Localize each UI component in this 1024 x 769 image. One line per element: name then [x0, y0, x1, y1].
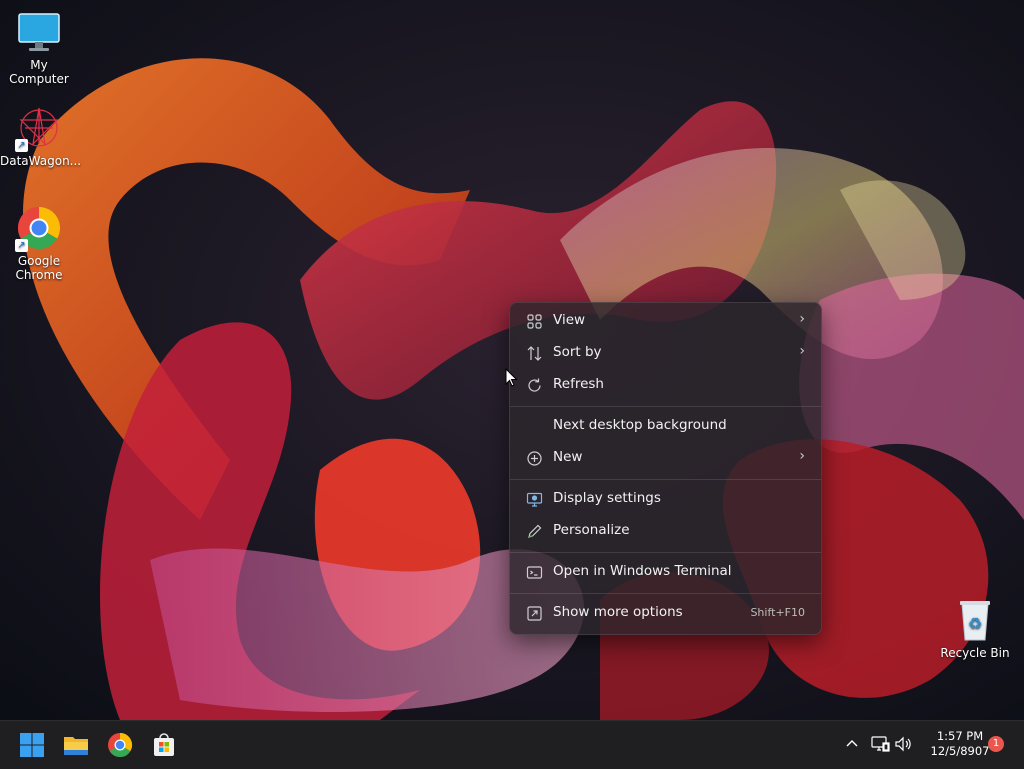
- chevron-right-icon: ›: [799, 448, 805, 464]
- svg-text:♻: ♻: [968, 614, 982, 633]
- plus-circle-icon: [526, 450, 543, 467]
- desktop-icon-label: Recycle Bin: [940, 646, 1010, 660]
- desktop-icon-label: Google Chrome: [15, 254, 63, 282]
- taskbar: [0, 720, 1024, 769]
- network-icon[interactable]: [869, 733, 891, 755]
- menu-item-sort-by[interactable]: Sort by ›: [514, 338, 817, 368]
- desktop-icon-google-chrome[interactable]: ↗ Google Chrome: [0, 204, 78, 282]
- keyboard-shortcut: Shift+F10: [750, 606, 805, 619]
- desktop-icon-recycle-bin[interactable]: ♻ Recycle Bin: [936, 596, 1014, 660]
- monitor-icon: [15, 8, 63, 56]
- menu-item-display-settings[interactable]: Display settings: [514, 484, 817, 514]
- shortcut-arrow-icon: ↗: [15, 139, 28, 152]
- more-options-icon: [526, 605, 543, 622]
- chevron-up-icon[interactable]: [841, 733, 863, 755]
- store-icon[interactable]: [148, 729, 180, 761]
- menu-item-new[interactable]: New ›: [514, 443, 817, 473]
- menu-item-next-desktop-background[interactable]: Next desktop background: [514, 411, 817, 441]
- desktop-icon-label: My Computer: [9, 58, 69, 86]
- file-explorer-icon[interactable]: [60, 729, 92, 761]
- menu-separator: [510, 406, 821, 407]
- chevron-right-icon: ›: [799, 311, 805, 327]
- desktop-context-menu: View › Sort by › Refresh Next desktop ba…: [509, 302, 822, 635]
- pen-icon: [526, 523, 543, 540]
- menu-separator: [510, 479, 821, 480]
- menu-item-personalize[interactable]: Personalize: [514, 516, 817, 546]
- menu-item-refresh[interactable]: Refresh: [514, 370, 817, 400]
- refresh-icon: [526, 377, 543, 394]
- notification-badge[interactable]: 1: [988, 736, 1004, 752]
- desktop-icon-datawagon[interactable]: ↗ DataWagon...: [0, 104, 82, 168]
- datawagon-logo-icon: ↗: [15, 104, 63, 152]
- desktop-icon-label: DataWagon...: [0, 154, 82, 168]
- shortcut-arrow-icon: ↗: [15, 239, 28, 252]
- volume-icon[interactable]: [892, 733, 914, 755]
- grid-icon: [526, 313, 543, 330]
- menu-item-show-more-options[interactable]: Show more options Shift+F10: [514, 598, 817, 628]
- chrome-icon: ↗: [15, 204, 63, 252]
- sort-icon: [526, 345, 543, 362]
- menu-separator: [510, 593, 821, 594]
- menu-separator: [510, 552, 821, 553]
- chrome-icon[interactable]: [104, 729, 136, 761]
- display-icon: [526, 491, 543, 508]
- menu-item-open-in-windows-terminal[interactable]: Open in Windows Terminal: [514, 557, 817, 587]
- terminal-icon: [526, 564, 543, 581]
- start-icon[interactable]: [16, 729, 48, 761]
- mouse-pointer-icon: [505, 368, 518, 387]
- recycle-bin-icon: ♻: [951, 596, 999, 644]
- desktop-icon-my-computer[interactable]: My Computer: [0, 8, 78, 86]
- menu-item-view[interactable]: View ›: [514, 306, 817, 336]
- chevron-right-icon: ›: [799, 343, 805, 359]
